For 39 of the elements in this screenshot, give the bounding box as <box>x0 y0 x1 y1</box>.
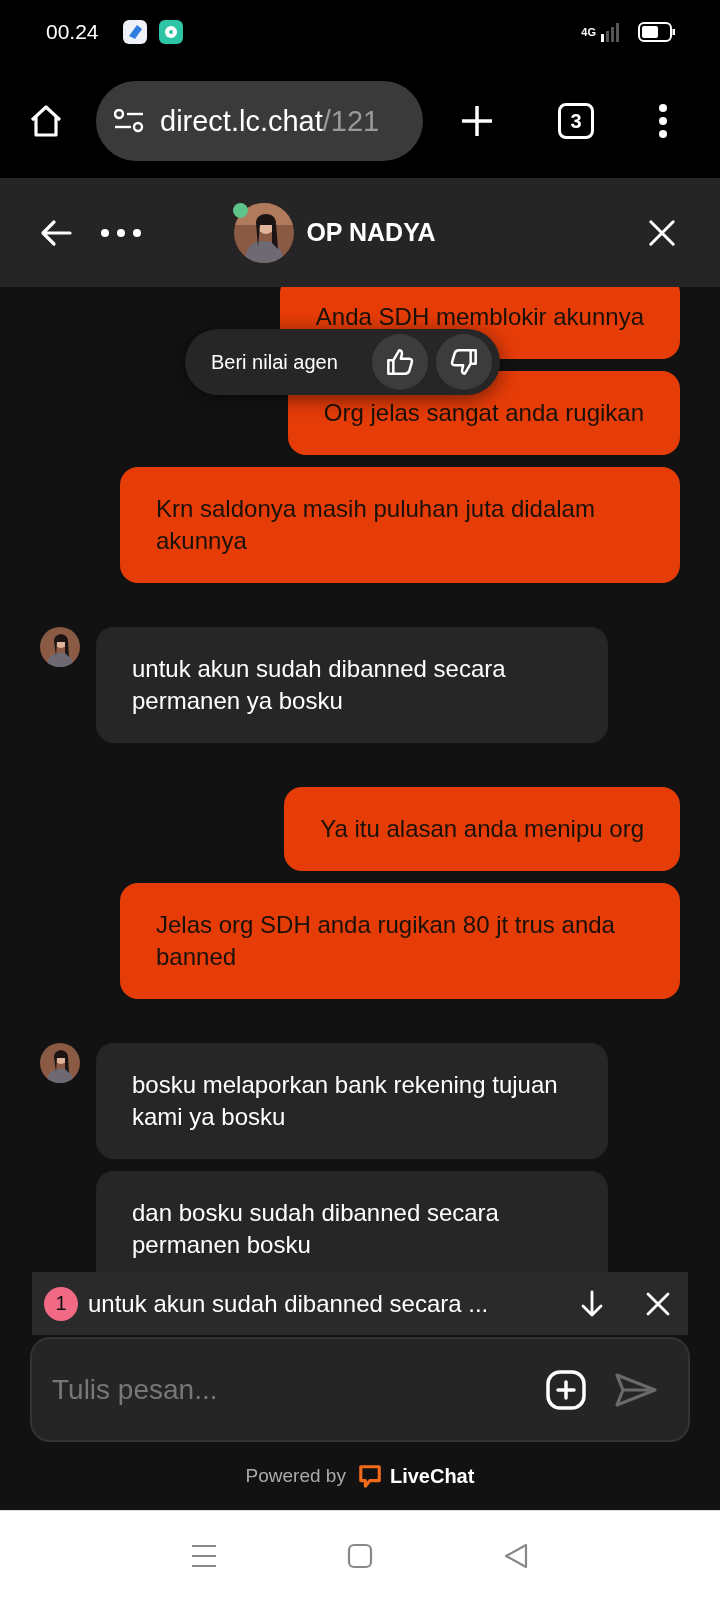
close-icon[interactable] <box>648 218 676 247</box>
app-icon <box>158 20 183 44</box>
unread-count-badge: 1 <box>44 1286 78 1321</box>
home-square-icon[interactable] <box>347 1542 373 1569</box>
brand-name[interactable]: LiveChat <box>389 1464 475 1488</box>
back-triangle-icon[interactable] <box>503 1542 529 1569</box>
add-attachment-icon[interactable] <box>546 1369 586 1410</box>
agent-name: OP NADYA <box>306 218 436 247</box>
message-bubble: Ya itu alasan anda menipu org <box>284 787 680 871</box>
address-bar[interactable]: direct.lc.chat/121 <box>96 81 423 161</box>
chat-bubble-icon <box>357 1464 382 1488</box>
network-label: 4G <box>581 26 596 38</box>
signal-icon <box>600 22 620 42</box>
thumbs-down-button[interactable] <box>435 334 492 390</box>
message-bubble: Jelas org SDH anda rugikan 80 jt trus anda banned <box>120 883 680 999</box>
home-icon[interactable] <box>28 103 64 139</box>
more-icon[interactable] <box>658 103 668 139</box>
message-input[interactable]: Tulis pesan... <box>52 1373 546 1406</box>
app-icon <box>122 20 147 44</box>
site-settings-icon[interactable] <box>114 109 144 133</box>
message-bubble: Krn saldonya masih puluhan juta didalam akunnya <box>120 467 680 583</box>
status-time: 00.24 <box>46 20 99 44</box>
close-icon[interactable] <box>646 1291 670 1316</box>
new-message-bar[interactable]: 1 untuk akun sudah dibanned secara ... <box>32 1272 688 1335</box>
message-preview: untuk akun sudah dibanned secara ... <box>88 1289 490 1318</box>
menu-icon[interactable] <box>191 1542 217 1569</box>
thumbs-up-icon <box>384 347 415 377</box>
message-bubble: bosku melaporkan bank rekening tujuan kami ya bosku <box>96 1043 608 1159</box>
tab-count-button[interactable]: 3 <box>558 103 594 139</box>
powered-by-label: Powered by <box>245 1465 346 1487</box>
new-tab-icon[interactable] <box>460 104 494 138</box>
back-arrow-icon[interactable] <box>40 218 72 247</box>
battery-icon <box>638 22 676 42</box>
url-text: direct.lc.chat/121 <box>160 104 380 138</box>
down-arrow-icon[interactable] <box>580 1289 604 1318</box>
more-icon[interactable] <box>100 227 142 238</box>
message-bubble: untuk akun sudah dibanned secara permanen ya bosku <box>96 627 608 743</box>
send-icon[interactable] <box>614 1371 658 1408</box>
thumbs-down-icon <box>448 347 479 377</box>
